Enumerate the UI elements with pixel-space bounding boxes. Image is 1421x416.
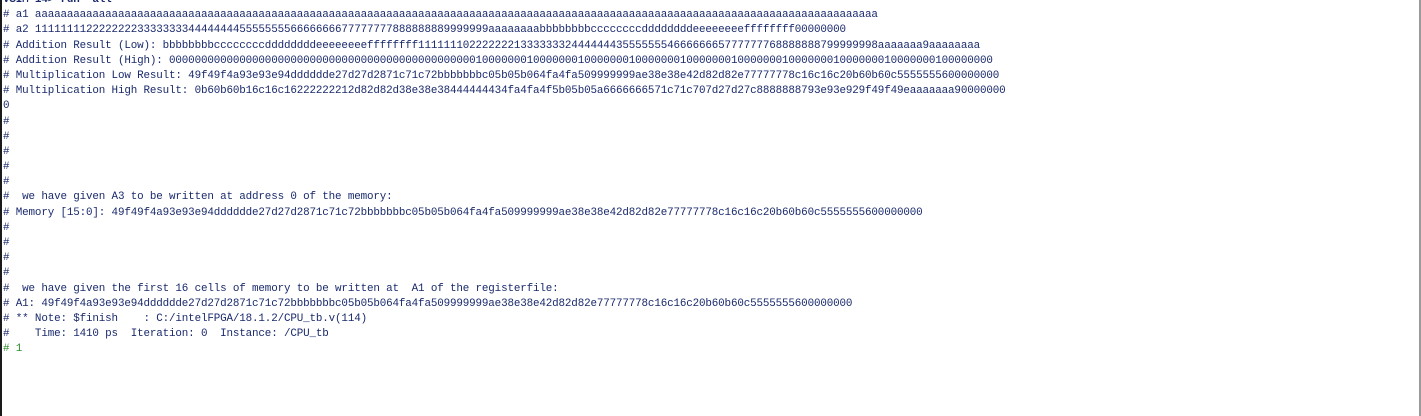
transcript-line: # a1 aaaaaaaaaaaaaaaaaaaaaaaaaaaaaaaaaaa… <box>3 9 878 22</box>
transcript-line: 0 <box>3 100 10 113</box>
transcript-line: # <box>3 115 10 128</box>
transcript-line: # <box>3 145 10 158</box>
transcript-line: # <box>3 176 10 189</box>
transcript-line: # we have given the first 16 cells of me… <box>3 282 559 295</box>
transcript-window[interactable]: VSIM 14> run -all # a1 aaaaaaaaaaaaaaaaaa… <box>0 0 1421 416</box>
transcript-line: # A1: 49f49f4a93e93e94dddddde27d27d2871c… <box>3 297 853 310</box>
transcript-line: # a2 11111111222222223333333344444444555… <box>3 24 846 37</box>
transcript-line: # Multiplication High Result: 0b60b60b16… <box>3 85 1006 98</box>
transcript-line: # Memory [15:0]: 49f49f4a93e93e94dddddde… <box>3 206 923 219</box>
transcript-line: VSIM 14> run -all <box>3 0 112 6</box>
transcript-line: # Addition Result (High): 00000000000000… <box>3 54 993 67</box>
transcript-line: # we have given A3 to be written at addr… <box>3 191 393 204</box>
transcript-line: # <box>3 267 10 280</box>
transcript-line: # <box>3 130 10 143</box>
transcript-line: # <box>3 221 10 234</box>
transcript-line: # Addition Result (Low): bbbbbbbbccccccc… <box>3 39 980 52</box>
transcript-line: # <box>3 237 10 249</box>
transcript-line: # 1 <box>3 343 23 356</box>
transcript-line: # <box>3 161 10 174</box>
transcript-line: # <box>3 252 10 265</box>
transcript-line: # Multiplication Low Result: 49f49f4a93e… <box>3 69 1000 82</box>
transcript-line: # ** Note: $finish : C:/intelFPGA/18.1.2… <box>3 312 367 325</box>
transcript-left-border <box>0 0 2 416</box>
transcript-output[interactable]: VSIM 14> run -all # a1 aaaaaaaaaaaaaaaaaa… <box>3 0 1417 358</box>
transcript-line: # Time: 1410 ps Iteration: 0 Instance: /… <box>3 328 329 341</box>
